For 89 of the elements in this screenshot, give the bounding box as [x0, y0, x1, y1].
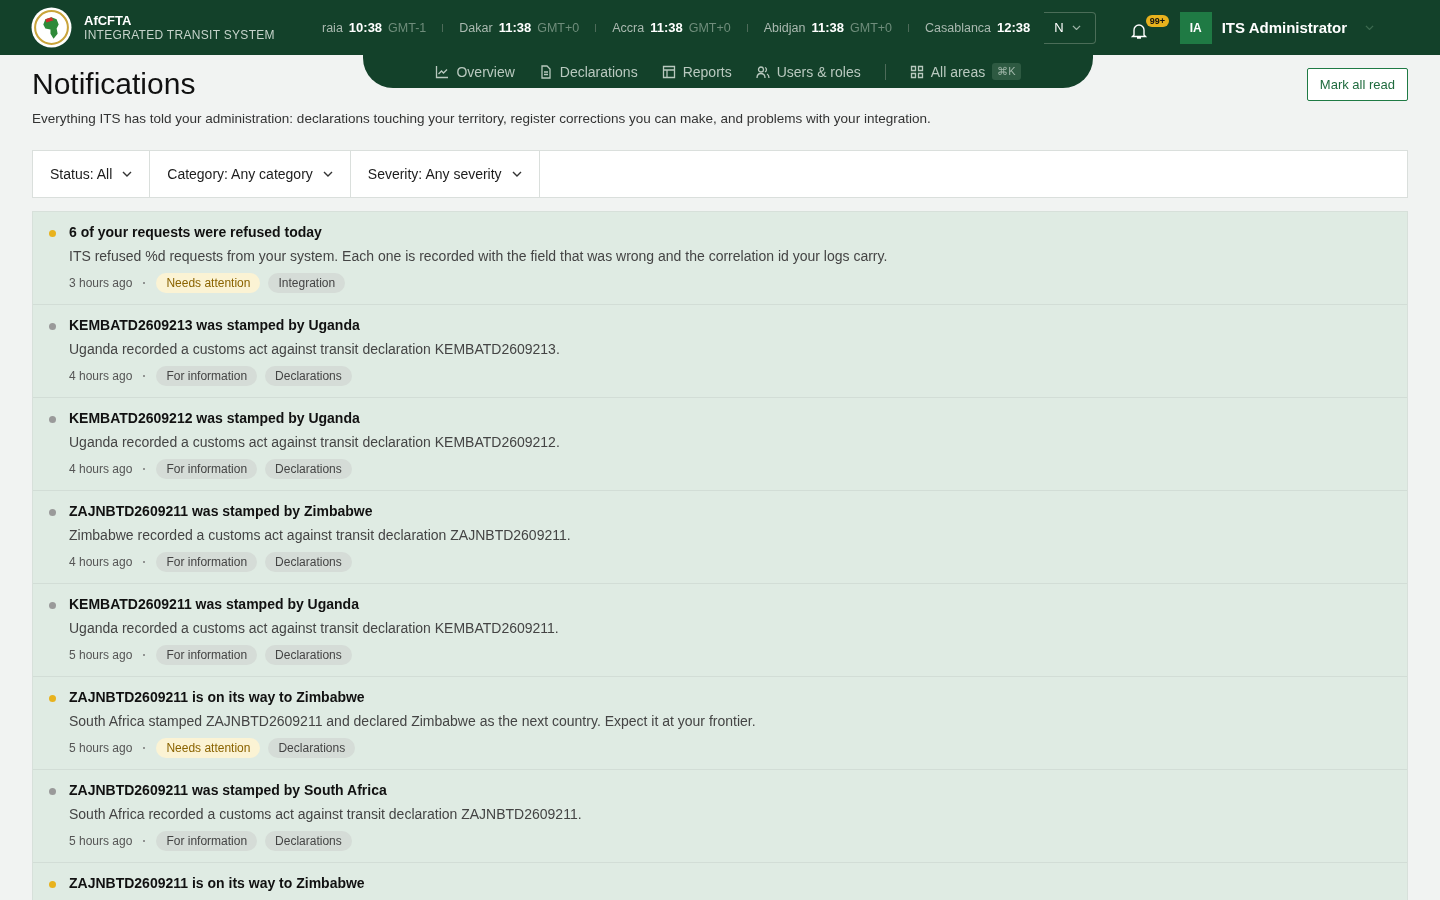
notification-title: ZAJNBTD2609211 was stamped by South Africa — [69, 782, 388, 800]
notification-item[interactable]: ZAJNBTD2609211 is on its way to Zimbabwe — [33, 863, 1407, 900]
notification-item[interactable]: ZAJNBTD2609211 is on its way to Zimbabwe South Africa stamped ZAJNBTD2609211 and declared Zimbabwe as the next country. Expect it at your frontier. 5 hours ago Needs attention Declarations — [33, 677, 1407, 770]
timestamp: 3 hours ago — [69, 275, 133, 290]
notification-title: KEMBATD2609213 was stamped by Uganda — [69, 317, 361, 335]
timestamp: 4 hours ago — [69, 461, 133, 476]
notification-body: ITS refused %d requests from your system. Each one is recorded with the field that was wrong and the correlation id your logs carry. — [69, 247, 889, 266]
city-name: Abidjan — [763, 21, 806, 35]
notification-body: Uganda recorded a customs act against transit declaration KEMBATD2609213. — [69, 340, 561, 359]
notification-title: ZAJNBTD2609211 was stamped by Zimbabwe — [69, 503, 374, 521]
nav-tab[interactable]: Reports — [649, 57, 744, 86]
nav-tab[interactable]: Declarations — [526, 57, 650, 86]
severity-tag: For information — [156, 365, 258, 386]
chart-icon — [435, 64, 450, 79]
severity-tag: For information — [156, 644, 258, 665]
severity-tag: For information — [156, 458, 258, 479]
notification-item[interactable]: KEMBATD2609211 was stamped by Uganda Uganda recorded a customs act against transit declaration KEMBATD2609211. 5 hours ago For information Declarations — [33, 584, 1407, 677]
clock-time: 10:38 — [348, 20, 383, 35]
clock-time: 12:38 — [997, 20, 1031, 35]
timestamp: 4 hours ago — [69, 368, 133, 383]
clock-time: 11:38 — [811, 20, 844, 35]
chevron-down-icon — [1071, 24, 1081, 31]
timestamp: 4 hours ago — [69, 554, 133, 569]
logo — [31, 7, 72, 48]
page-description: Everything ITS has told your administration: declarations touching your territory, register corrections you can make, and problems with your integration. — [32, 111, 932, 126]
city-name: Dakar — [459, 21, 493, 35]
shortcut-hint: ⌘K — [992, 63, 1021, 80]
severity-tag: For information — [156, 551, 258, 572]
notification-title: ZAJNBTD2609211 is on its way to Zimbabwe — [69, 689, 366, 707]
severity-tag: Needs attention — [156, 737, 261, 758]
timestamp: 5 hours ago — [69, 833, 133, 848]
notification-body: Uganda recorded a customs act against transit declaration KEMBATD2609211. — [69, 619, 560, 638]
notification-body: South Africa stamped ZAJNBTD2609211 and declared Zimbabwe as the next country. Expect it at your frontier. — [69, 712, 757, 731]
language-select[interactable]: N — [1044, 11, 1096, 44]
city-name: Casablanca — [925, 21, 992, 35]
avatar: IA — [1179, 11, 1212, 44]
notification-body: Uganda recorded a customs act against transit declaration KEMBATD2609212. — [69, 433, 561, 452]
category-tag: Declarations — [265, 644, 352, 665]
time-zone: GMT+0 — [537, 21, 580, 35]
city-name: raia — [322, 21, 343, 35]
time-zone: GMT-1 — [388, 21, 427, 35]
nav-tab[interactable]: Overview — [423, 57, 527, 86]
nav-tab[interactable]: All areas ⌘K — [897, 57, 1033, 86]
severity-tag: For information — [156, 830, 258, 851]
timestamp: 5 hours ago — [69, 647, 133, 662]
grid-icon — [909, 64, 924, 79]
notification-item[interactable]: ZAJNBTD2609211 was stamped by South Africa South Africa recorded a customs act against transit declaration ZAJNBTD2609211. 5 hours ago For information Declarations — [33, 770, 1407, 863]
category-tag: Integration — [268, 272, 346, 293]
chevron-down-icon — [322, 171, 333, 177]
city-name: Accra — [612, 21, 645, 35]
category-tag: Declarations — [265, 365, 352, 386]
chevron-down-icon — [511, 171, 522, 177]
nav-tab[interactable]: Users & roles — [743, 57, 873, 86]
table-icon — [661, 64, 676, 79]
severity-tag: Needs attention — [156, 272, 261, 293]
notification-item[interactable]: KEMBATD2609213 was stamped by Uganda Uganda recorded a customs act against transit declaration KEMBATD2609213. 4 hours ago For information Declarations — [33, 305, 1407, 398]
chevron-down-icon — [1365, 24, 1374, 31]
time-zone: GMT+0 — [688, 21, 731, 35]
notification-title: 6 of your requests were refused today — [69, 224, 323, 242]
notification-item[interactable]: ZAJNBTD2609211 was stamped by Zimbabwe Zimbabwe recorded a customs act against transit declaration ZAJNBTD2609211. 4 hours ago For information Declarations — [33, 491, 1407, 584]
notification-item[interactable] — [33, 212, 1407, 305]
count-badge: 99+ — [1145, 14, 1169, 27]
filter-dropdown[interactable]: Status: All — [33, 151, 151, 197]
clock-time: 11:38 — [498, 20, 532, 35]
clock-time: 11:38 — [650, 20, 683, 35]
category-tag: Declarations — [265, 551, 352, 572]
timestamp: 5 hours ago — [69, 740, 133, 755]
mark-all-read-button[interactable]: Mark all read — [1306, 68, 1408, 101]
brand-subtitle: INTEGRATED TRANSIT SYSTEM — [84, 28, 276, 42]
time-zone: GMT+0 — [850, 21, 893, 35]
filter-dropdown[interactable]: Category: Any category — [150, 151, 351, 197]
category-tag: Declarations — [265, 458, 352, 479]
user-name: ITS Administrator — [1221, 19, 1347, 36]
user-menu[interactable]: IA ITS Administrator — [1179, 11, 1374, 44]
notification-item[interactable]: KEMBATD2609212 was stamped by Uganda Uganda recorded a customs act against transit declaration KEMBATD2609212. 4 hours ago For information Declarations — [33, 398, 1407, 491]
chevron-down-icon — [122, 171, 133, 177]
page-title: Notifications — [32, 67, 196, 101]
notification-body: Zimbabwe recorded a customs act against transit declaration ZAJNBTD2609211. — [69, 526, 572, 545]
brand-name: AfCFTA — [84, 13, 133, 28]
notification-title: KEMBATD2609211 was stamped by Uganda — [69, 596, 360, 614]
notification-body: South Africa recorded a customs act against transit declaration ZAJNBTD2609211. — [69, 805, 583, 824]
users-icon — [755, 64, 770, 79]
notification-title: KEMBATD2609212 was stamped by Uganda — [69, 410, 361, 428]
category-tag: Declarations — [268, 737, 356, 758]
category-tag: Declarations — [265, 830, 352, 851]
notification-title: ZAJNBTD2609211 is on its way to Zimbabwe — [69, 875, 366, 893]
filter-dropdown[interactable]: Severity: Any severity — [350, 151, 540, 197]
document-icon — [538, 64, 553, 79]
bell-icon — [1129, 22, 1148, 40]
